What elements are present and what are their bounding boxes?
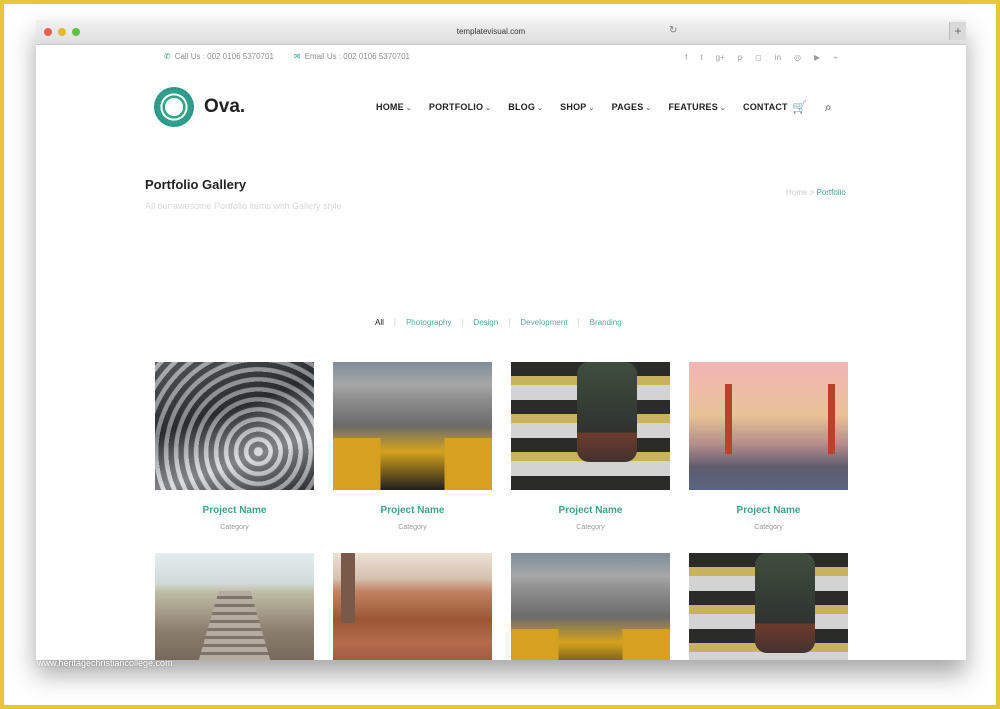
portfolio-grid: Project Name Category Project Name Categ… xyxy=(155,362,849,660)
page-background: templatevisual.com ↻ + ✆ Call Us : 002 01… xyxy=(0,0,1000,709)
portfolio-item[interactable]: Project Name Category xyxy=(511,362,670,553)
logo-icon xyxy=(154,87,194,127)
filter-all[interactable]: All xyxy=(375,318,384,327)
rss-icon[interactable]: ⌁ xyxy=(833,53,838,62)
page-title: Portfolio Gallery xyxy=(145,177,247,192)
filter-photography[interactable]: Photography xyxy=(406,318,451,327)
portfolio-item[interactable]: Project Name Category xyxy=(155,362,314,553)
new-tab-button[interactable]: + xyxy=(949,22,966,40)
portfolio-item[interactable]: Project Name Category xyxy=(689,362,848,553)
nav-portfolio[interactable]: PORTFOLIO ⌄ xyxy=(429,102,491,112)
email-info: ✉ Email Us : 002 0106 5370701 xyxy=(293,52,410,61)
filter-branding[interactable]: Branding xyxy=(590,318,622,327)
header-icons: 🛒 ⌕ xyxy=(792,100,832,115)
portfolio-item[interactable] xyxy=(511,553,670,660)
nav-shop[interactable]: SHOP ⌄ xyxy=(560,102,594,112)
youtube-icon[interactable]: ▶ xyxy=(814,53,820,62)
main-navigation: HOME ⌄ PORTFOLIO ⌄ BLOG ⌄ SHOP ⌄ PAGES ⌄ FEAT… xyxy=(376,102,788,112)
portfolio-item[interactable] xyxy=(333,553,492,660)
search-icon[interactable]: ⌕ xyxy=(825,100,832,115)
dribbble-icon[interactable]: ◎ xyxy=(794,53,801,62)
nav-features[interactable]: FEATURES ⌄ xyxy=(668,102,726,112)
portfolio-filters: All | Photography | Design | Development… xyxy=(375,318,622,327)
chevron-down-icon: ⌄ xyxy=(537,105,544,112)
portfolio-image-typewriter[interactable] xyxy=(155,362,314,490)
portfolio-image-stairs[interactable] xyxy=(689,553,848,660)
phone-icon: ✆ xyxy=(164,52,171,61)
portfolio-image-bridge[interactable] xyxy=(689,362,848,490)
chevron-down-icon: ⌄ xyxy=(405,105,412,112)
twitter-icon[interactable]: t xyxy=(700,53,702,62)
top-contact-bar: ✆ Call Us : 002 0106 5370701 ✉ Email Us : … xyxy=(164,52,410,61)
reload-icon[interactable]: ↻ xyxy=(669,25,677,36)
project-category: Category xyxy=(754,524,783,531)
project-name[interactable]: Project Name xyxy=(333,505,492,516)
chevron-down-icon: ⌄ xyxy=(645,105,652,112)
nav-blog[interactable]: BLOG ⌄ xyxy=(508,102,543,112)
filter-separator: | xyxy=(461,318,464,327)
google-plus-icon[interactable]: g+ xyxy=(716,53,725,62)
page-subtitle: All our awesome Portfolio items with Gal… xyxy=(145,201,342,211)
nav-contact[interactable]: CONTACT xyxy=(743,102,788,112)
portfolio-image-taxi[interactable] xyxy=(333,362,492,490)
browser-titlebar: templatevisual.com ↻ + xyxy=(36,20,966,45)
browser-window: templatevisual.com ↻ + ✆ Call Us : 002 01… xyxy=(36,20,966,660)
window-controls xyxy=(44,28,80,36)
instagram-icon[interactable]: ◻ xyxy=(755,53,762,62)
portfolio-item[interactable]: Project Name Category xyxy=(333,362,492,553)
chevron-down-icon: ⌄ xyxy=(588,105,595,112)
project-name[interactable]: Project Name xyxy=(511,505,670,516)
nav-home[interactable]: HOME ⌄ xyxy=(376,102,412,112)
envelope-icon: ✉ xyxy=(293,52,301,61)
portfolio-image-boardwalk[interactable] xyxy=(155,553,314,660)
portfolio-image-leaves[interactable] xyxy=(333,553,492,660)
chevron-down-icon: ⌄ xyxy=(485,105,492,112)
minimize-window-button[interactable] xyxy=(58,28,66,36)
nav-pages[interactable]: PAGES ⌄ xyxy=(612,102,652,112)
chevron-down-icon: ⌄ xyxy=(719,105,726,112)
facebook-icon[interactable]: f xyxy=(685,53,687,62)
filter-separator: | xyxy=(577,318,580,327)
social-icons: f t g+ p ◻ in ◎ ▶ ⌁ xyxy=(685,53,838,62)
project-category: Category xyxy=(576,524,605,531)
portfolio-item[interactable] xyxy=(689,553,848,660)
call-info: ✆ Call Us : 002 0106 5370701 xyxy=(164,52,274,61)
cart-icon[interactable]: 🛒 xyxy=(792,100,807,115)
breadcrumb-home[interactable]: Home xyxy=(786,188,807,197)
maximize-window-button[interactable] xyxy=(72,28,80,36)
breadcrumb-separator: > xyxy=(809,188,815,197)
filter-development[interactable]: Development xyxy=(520,318,567,327)
portfolio-item[interactable] xyxy=(155,553,314,660)
project-category: Category xyxy=(398,524,427,531)
site-logo[interactable]: Ova. xyxy=(154,87,245,127)
filter-separator: | xyxy=(393,318,396,327)
site-watermark: www.heritagechristiancollege.com xyxy=(37,658,173,668)
pinterest-icon[interactable]: p xyxy=(738,53,742,62)
filter-separator: | xyxy=(508,318,511,327)
portfolio-image-stairs[interactable] xyxy=(511,362,670,490)
project-name[interactable]: Project Name xyxy=(689,505,848,516)
portfolio-image-taxi[interactable] xyxy=(511,553,670,660)
breadcrumb: Home > Portfolio xyxy=(786,188,846,197)
project-category: Category xyxy=(220,524,249,531)
filter-design[interactable]: Design xyxy=(473,318,498,327)
linkedin-icon[interactable]: in xyxy=(775,53,781,62)
project-name[interactable]: Project Name xyxy=(155,505,314,516)
close-window-button[interactable] xyxy=(44,28,52,36)
address-bar[interactable]: templatevisual.com xyxy=(296,24,686,39)
breadcrumb-current: Portfolio xyxy=(816,188,846,197)
brand-name: Ova. xyxy=(204,96,246,117)
